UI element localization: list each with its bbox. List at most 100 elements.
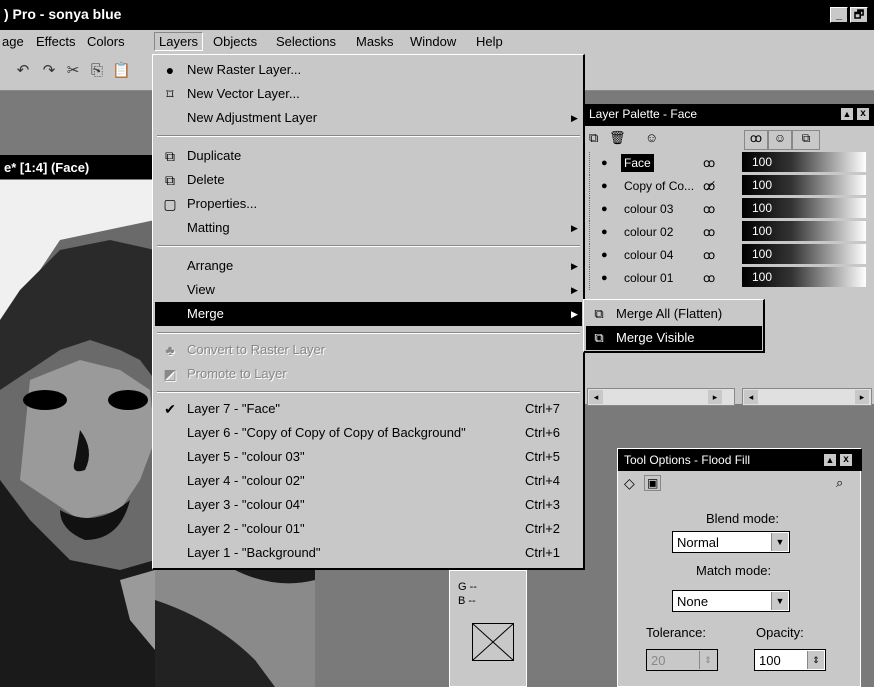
menu-item-layer-3[interactable]: Layer 3 - "colour 04" Ctrl+3 — [155, 493, 582, 517]
menu-item-merge[interactable]: Merge ▶ — [155, 302, 582, 326]
opacity-scrollbar[interactable]: ◂ ▸ — [742, 388, 872, 406]
layer-row[interactable]: ● colour 04 ꝏ — [585, 244, 737, 267]
opacity-stepper[interactable]: 100 ⇕ — [754, 649, 826, 671]
visibility-icon[interactable]: ꝏ — [703, 267, 715, 290]
scroll-left-icon[interactable]: ◂ — [589, 390, 603, 404]
scroll-left-icon[interactable]: ◂ — [744, 390, 758, 404]
submenu-arrow-icon: ▶ — [571, 309, 578, 319]
menu-item-layer-7[interactable]: ✔ Layer 7 - "Face" Ctrl+7 — [155, 397, 582, 421]
opacity-bar[interactable]: 100 — [742, 175, 866, 195]
menu-item-layer-6[interactable]: Layer 6 - "Copy of Copy of Copy of Backg… — [155, 421, 582, 445]
visibility-off-icon[interactable]: ꝏ̸ — [703, 175, 715, 198]
layer-name: Face — [621, 154, 654, 172]
layer-row[interactable]: ● colour 03 ꝏ — [585, 198, 737, 221]
cross-icon — [472, 623, 514, 661]
cut-icon[interactable]: ✂ — [64, 62, 82, 80]
image-canvas-lower[interactable] — [155, 570, 315, 687]
stepper-icon[interactable]: ⇕ — [807, 651, 824, 669]
menu-item-merge-visible[interactable]: ⧉ Merge Visible — [586, 326, 762, 350]
minimize-button[interactable]: _ — [830, 7, 848, 23]
tool-options-title: Tool Options - Flood Fill — [624, 453, 751, 467]
menu-item-layer-5[interactable]: Layer 5 - "colour 03" Ctrl+5 — [155, 445, 582, 469]
scroll-right-icon[interactable]: ▸ — [855, 390, 869, 404]
menu-objects[interactable]: Objects — [213, 34, 257, 49]
layer-list: ⧉ 🗑 ☺ ● Face ꝏ ● Copy of Co... ꝏ̸ ● colo… — [585, 126, 737, 406]
tolerance-stepper[interactable]: 20 ⇕ — [646, 649, 718, 671]
chevron-down-icon[interactable]: ▼ — [771, 592, 788, 610]
menu-window[interactable]: Window — [410, 34, 456, 49]
menu-item-merge-all[interactable]: ⧉ Merge All (Flatten) — [586, 302, 762, 326]
layer-list-scrollbar[interactable]: ◂ ▸ — [587, 388, 735, 406]
menu-item-new-raster-layer[interactable]: ● New Raster Layer... — [155, 58, 582, 82]
layer-row[interactable]: ● colour 01 ꝏ — [585, 267, 737, 290]
palette-rollup-icon[interactable]: ▲ — [841, 108, 853, 120]
layer-icon: ● — [601, 249, 608, 261]
blend-mode-select[interactable]: Normal ▼ — [672, 531, 790, 553]
menu-selections[interactable]: Selections — [276, 34, 336, 49]
menu-item-label: View — [187, 282, 215, 297]
document-title: e* [1:4] (Face) — [4, 160, 90, 175]
menu-item-properties[interactable]: ▢ Properties... — [155, 192, 582, 216]
undo-icon[interactable]: ↶ — [14, 62, 32, 80]
layer-row[interactable]: ● Copy of Co... ꝏ̸ — [585, 175, 737, 198]
menu-colors[interactable]: Colors — [87, 34, 125, 49]
menu-item-layer-1[interactable]: Layer 1 - "Background" Ctrl+1 — [155, 541, 582, 565]
menu-item-label: Matting — [187, 220, 230, 235]
menu-item-new-vector-layer[interactable]: ⌑ New Vector Layer... — [155, 82, 582, 106]
menu-item-view[interactable]: View ▶ — [155, 278, 582, 302]
layer-row[interactable]: ● colour 02 ꝏ — [585, 221, 737, 244]
rollup-icon[interactable]: ▲ — [824, 454, 836, 466]
visibility-icon[interactable]: ꝏ — [703, 221, 715, 244]
image-canvas[interactable] — [0, 180, 155, 687]
opacity-tab-icon[interactable]: ꝏ — [744, 130, 768, 150]
layer-row[interactable]: ● Face ꝏ — [585, 152, 737, 175]
layer-icon: ● — [601, 203, 608, 215]
opacity-bar[interactable]: 100 — [742, 152, 866, 172]
paste-icon[interactable]: 📋 — [112, 62, 131, 80]
delete-layer-icon[interactable]: 🗑 — [609, 130, 626, 146]
visibility-icon[interactable]: ꝏ — [703, 152, 715, 175]
menu-item-arrange[interactable]: Arrange ▶ — [155, 254, 582, 278]
flood-fill-tab-icon[interactable]: ◇ — [624, 475, 635, 492]
menu-layers[interactable]: Layers — [154, 32, 204, 51]
opacity-bar[interactable]: 100 — [742, 198, 866, 218]
menu-item-layer-2[interactable]: Layer 2 - "colour 01" Ctrl+2 — [155, 517, 582, 541]
copy-icon[interactable]: ⎘ — [88, 62, 106, 80]
visibility-icon[interactable]: ꝏ — [703, 244, 715, 267]
blend-tab-icon[interactable]: ⧉ — [792, 130, 820, 150]
restore-button[interactable]: 🗗 — [850, 7, 868, 23]
opacity-bar[interactable]: 100 — [742, 267, 866, 287]
mask-icon[interactable]: ☺ — [645, 130, 658, 145]
chevron-down-icon[interactable]: ▼ — [771, 533, 788, 551]
menu-item-new-adjustment-layer[interactable]: New Adjustment Layer ▶ — [155, 106, 582, 130]
scroll-right-icon[interactable]: ▸ — [708, 390, 722, 404]
shortcut-label: Ctrl+3 — [525, 497, 561, 512]
palette-close-icon[interactable]: x — [857, 108, 869, 120]
visibility-icon[interactable]: ꝏ — [703, 198, 715, 221]
submenu-arrow-icon: ▶ — [571, 261, 578, 271]
new-layer-icon[interactable]: ⧉ — [589, 130, 598, 146]
menu-item-duplicate[interactable]: ⧉ Duplicate — [155, 144, 582, 168]
opacity-bar[interactable]: 100 — [742, 221, 866, 241]
menu-effects[interactable]: Effects — [36, 34, 76, 49]
menu-image[interactable]: age — [2, 34, 24, 49]
stepper-icon[interactable]: ⇕ — [699, 651, 716, 669]
layer-icon: ● — [601, 157, 608, 169]
eyedropper-icon[interactable]: ⌕ — [836, 475, 843, 491]
no-color-swatch[interactable] — [472, 623, 514, 661]
opacity-bar[interactable]: 100 — [742, 244, 866, 264]
menu-masks[interactable]: Masks — [356, 34, 394, 49]
mask-tab-icon[interactable]: ☺ — [768, 130, 792, 150]
submenu-arrow-icon: ▶ — [571, 285, 578, 295]
match-mode-select[interactable]: None ▼ — [672, 590, 790, 612]
menu-item-label: Delete — [187, 172, 225, 187]
options-tab-icon[interactable]: ▣ — [644, 475, 662, 491]
layer-icon: ● — [601, 180, 608, 192]
menu-item-delete[interactable]: ⧉ Delete — [155, 168, 582, 192]
menu-help[interactable]: Help — [476, 34, 503, 49]
redo-icon[interactable]: ↷ — [40, 62, 58, 80]
menu-item-label: New Adjustment Layer — [187, 110, 318, 125]
menu-item-matting[interactable]: Matting ▶ — [155, 216, 582, 240]
close-icon[interactable]: x — [840, 454, 852, 466]
menu-item-layer-4[interactable]: Layer 4 - "colour 02" Ctrl+4 — [155, 469, 582, 493]
